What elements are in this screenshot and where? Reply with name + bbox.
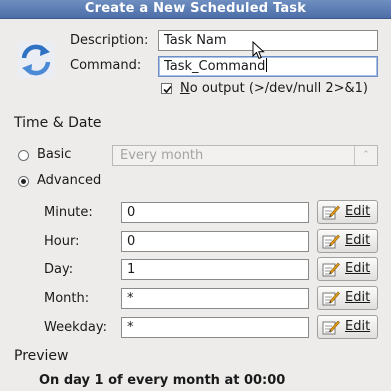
- month-edit-label: Edit: [345, 290, 371, 305]
- advanced-label[interactable]: Advanced: [37, 173, 101, 188]
- preview-text: On day 1 of every month at 00:00: [39, 373, 286, 388]
- weekday-label: Weekday:: [44, 320, 107, 335]
- pencil-edit-icon: [322, 234, 340, 249]
- advanced-radio[interactable]: [18, 176, 29, 187]
- mouse-pointer-icon: [252, 41, 265, 60]
- minute-field[interactable]: 0: [121, 202, 309, 223]
- command-field-value: Task_Command: [164, 59, 266, 74]
- preview-heading: Preview: [14, 348, 69, 364]
- refresh-icon: [18, 42, 54, 78]
- month-edit-button[interactable]: Edit: [317, 286, 378, 310]
- minute-edit-label: Edit: [345, 204, 371, 219]
- command-field[interactable]: Task_Command: [158, 56, 378, 77]
- hour-label: Hour:: [44, 234, 80, 249]
- minute-value: 0: [127, 205, 136, 220]
- month-field[interactable]: *: [121, 288, 309, 309]
- chevron-updown-icon: ⌃: [354, 146, 377, 165]
- month-label: Month:: [44, 291, 90, 306]
- pencil-edit-icon: [322, 205, 340, 220]
- day-edit-button[interactable]: Edit: [317, 257, 378, 281]
- hour-edit-button[interactable]: Edit: [317, 229, 378, 253]
- radio-selected-dot: [21, 179, 26, 184]
- day-label: Day:: [44, 262, 74, 277]
- basic-frequency-value: Every month: [120, 148, 204, 163]
- month-value: *: [127, 291, 134, 306]
- weekday-edit-button[interactable]: Edit: [317, 315, 378, 339]
- no-output-label-text: No output (>/dev/null 2>&1): [180, 81, 368, 96]
- pencil-edit-icon: [322, 262, 340, 277]
- minute-edit-button[interactable]: Edit: [317, 200, 378, 224]
- weekday-edit-label: Edit: [345, 319, 371, 334]
- basic-label[interactable]: Basic: [37, 147, 71, 162]
- description-field[interactable]: Task Nam: [158, 30, 378, 51]
- weekday-field[interactable]: *: [121, 317, 309, 338]
- day-value: 1: [127, 262, 136, 277]
- no-output-label[interactable]: No output (>/dev/null 2>&1): [180, 81, 368, 96]
- hour-field[interactable]: 0: [121, 231, 309, 252]
- command-label: Command:: [70, 58, 142, 73]
- checkmark-icon: [163, 85, 172, 94]
- weekday-value: *: [127, 320, 134, 335]
- day-edit-label: Edit: [345, 261, 371, 276]
- title-bar[interactable]: Create a New Scheduled Task: [0, 0, 391, 19]
- description-label: Description:: [70, 33, 149, 48]
- minute-label: Minute:: [44, 205, 93, 220]
- time-date-heading: Time & Date: [14, 115, 102, 131]
- hour-edit-label: Edit: [345, 233, 371, 248]
- text-caret: [266, 58, 268, 72]
- basic-radio[interactable]: [18, 150, 29, 161]
- no-output-checkbox[interactable]: [161, 83, 172, 94]
- hour-value: 0: [127, 234, 136, 249]
- pencil-edit-icon: [322, 291, 340, 306]
- basic-frequency-select[interactable]: Every month ⌃: [112, 145, 378, 166]
- window-title: Create a New Scheduled Task: [84, 1, 307, 16]
- description-field-value: Task Nam: [164, 33, 227, 48]
- day-field[interactable]: 1: [121, 259, 309, 280]
- pencil-edit-icon: [322, 320, 340, 335]
